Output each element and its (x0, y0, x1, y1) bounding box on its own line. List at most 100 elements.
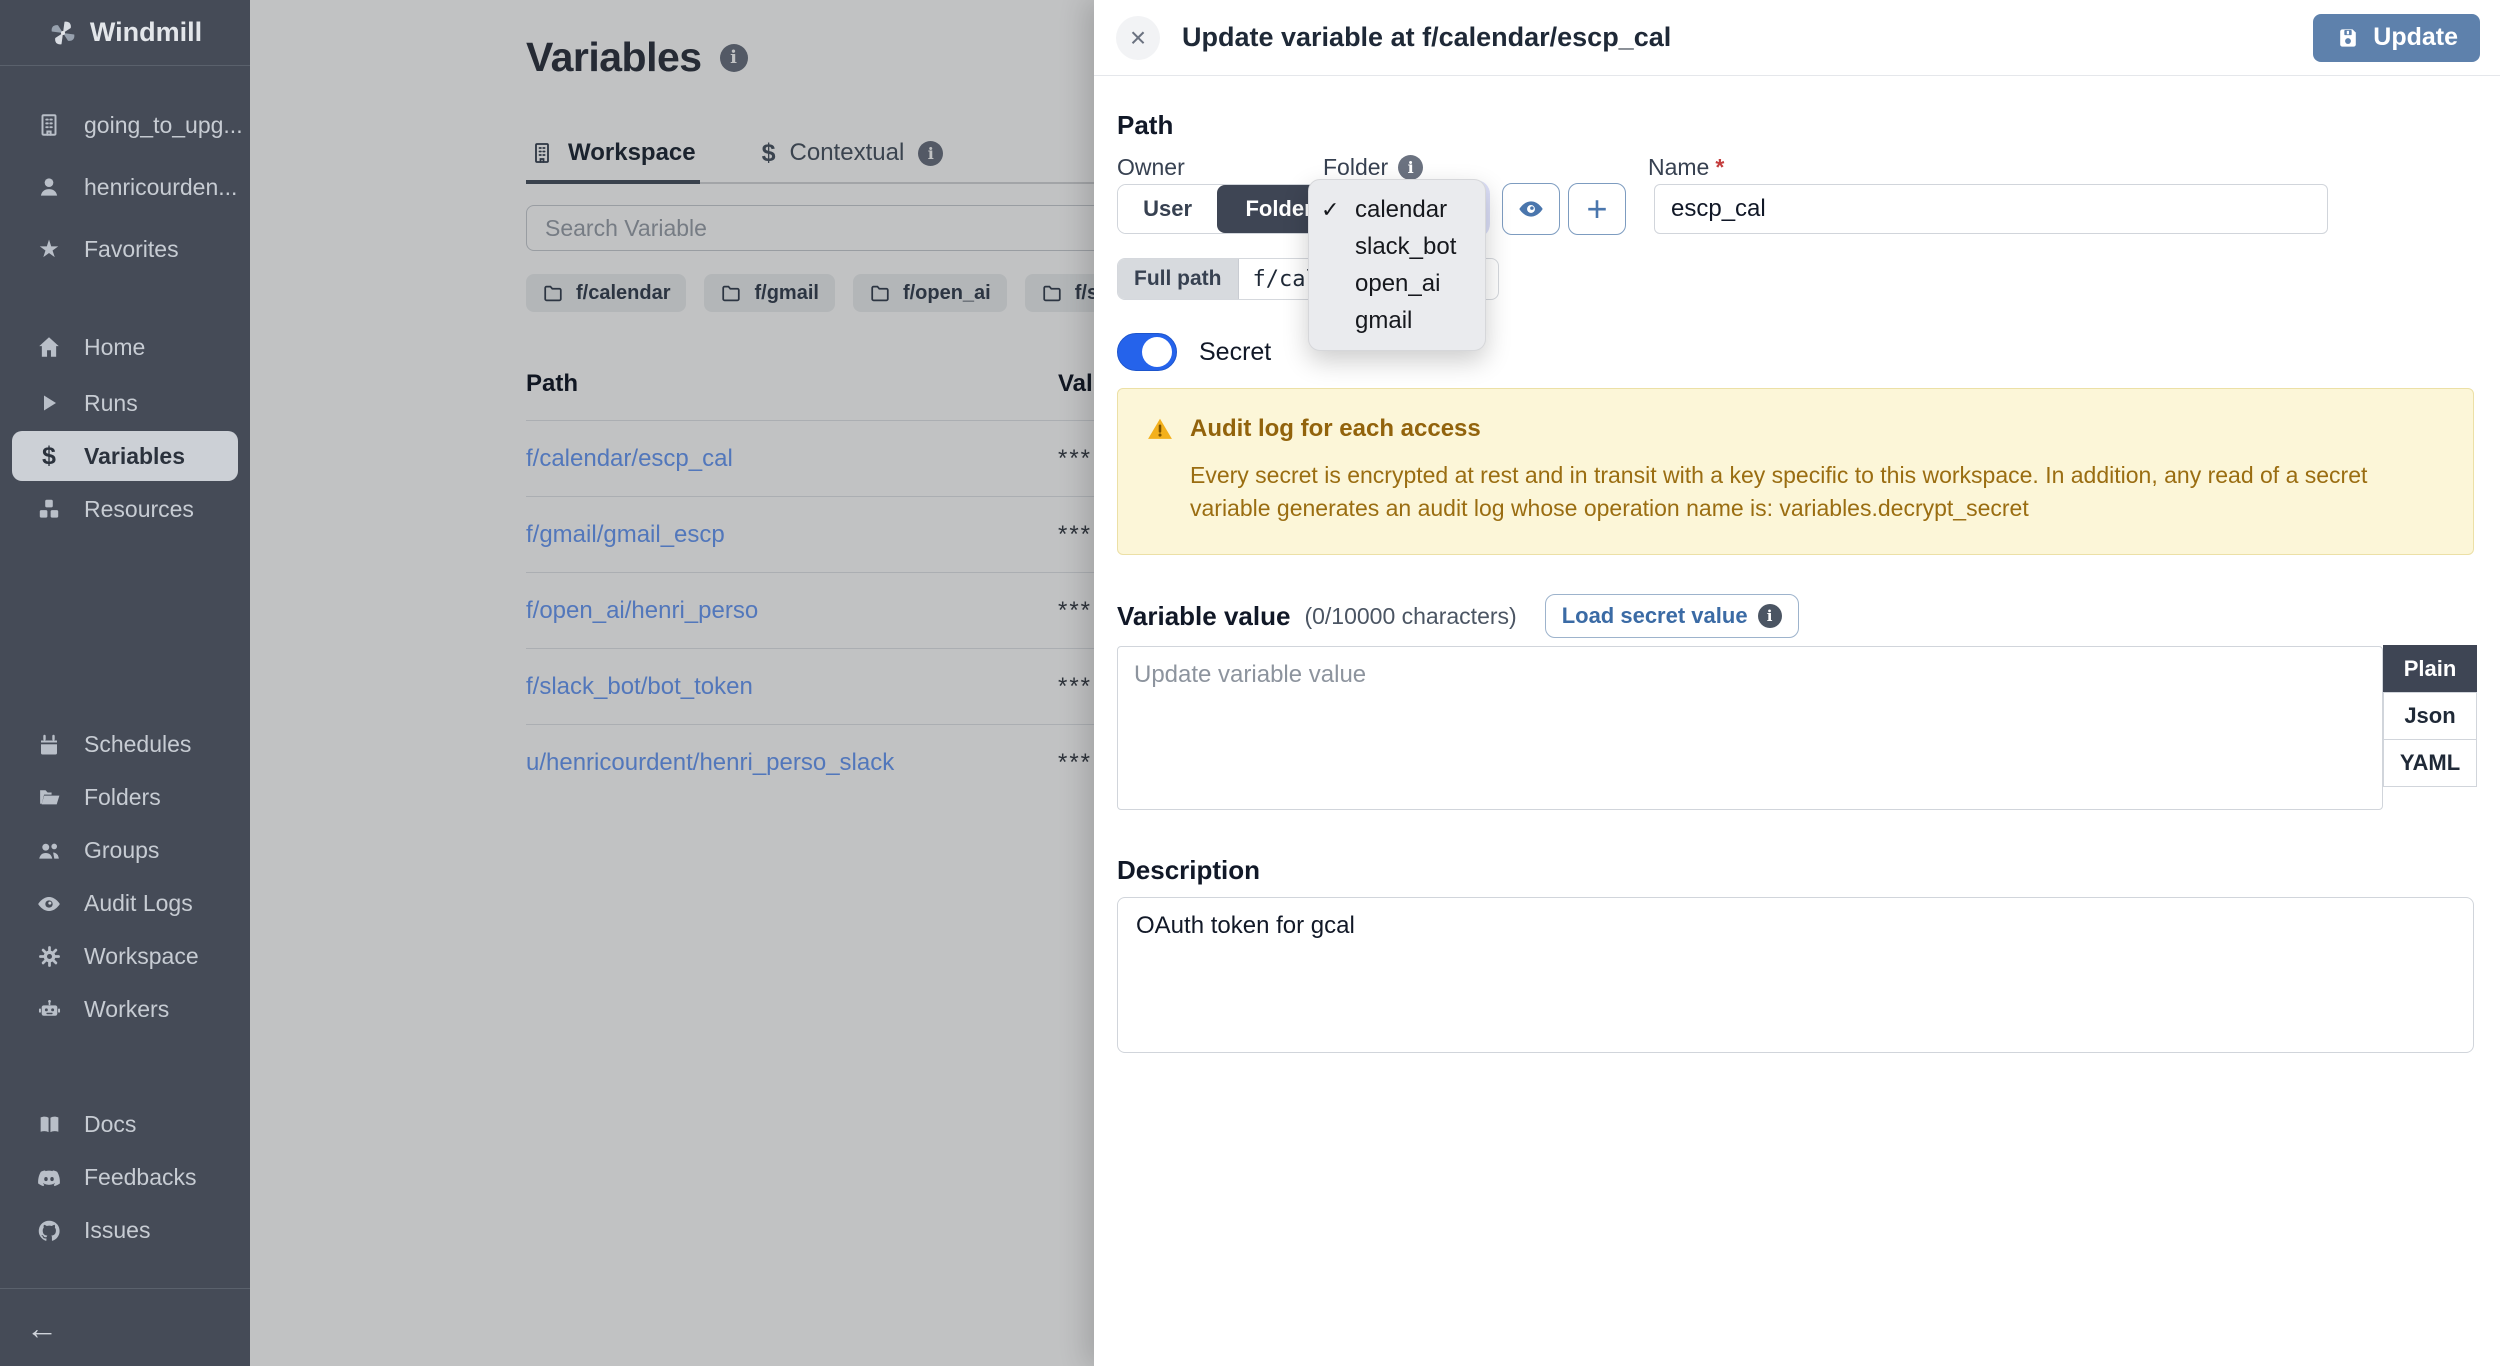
dropdown-item-label: gmail (1355, 307, 1412, 335)
sidebar-item-audit-logs[interactable]: Audit Logs (0, 877, 250, 930)
nav-label: Groups (84, 837, 159, 864)
required-asterisk: * (1715, 154, 1724, 181)
cubes-icon (34, 496, 64, 522)
sidebar-item-runs[interactable]: Runs (0, 375, 250, 431)
close-drawer-button[interactable] (1116, 16, 1160, 60)
view-folder-button[interactable] (1502, 183, 1560, 235)
check-icon (1321, 197, 1345, 223)
load-secret-value-label: Load secret value (1562, 603, 1748, 629)
path-section-heading: Path (1117, 110, 1173, 141)
sidebar-primary-nav: Home Runs Variables Resources (0, 319, 250, 537)
windmill-logo-text: Windmill (90, 17, 202, 48)
name-label: Name (1648, 154, 1709, 181)
sidebar-item-feedbacks[interactable]: Feedbacks (0, 1151, 250, 1204)
dropdown-item-gmail[interactable]: gmail (1309, 302, 1485, 339)
sidebar-item-resources[interactable]: Resources (0, 481, 250, 537)
sidebar-collapse-bar (0, 1288, 250, 1366)
sidebar-secondary-nav: Schedules Folders Groups Audit Logs (0, 718, 250, 1036)
sidebar-item-issues[interactable]: Issues (0, 1204, 250, 1257)
nav-label: Schedules (84, 731, 191, 758)
owner-label: Owner (1117, 154, 1323, 181)
drawer-title: Update variable at f/calendar/escp_cal (1182, 22, 2291, 53)
gear-icon (34, 944, 64, 969)
update-button[interactable]: Update (2313, 14, 2480, 62)
folder-open-icon (34, 785, 64, 810)
value-format-tabs: Plain Json YAML (2383, 645, 2477, 787)
eye-icon (1517, 195, 1545, 223)
sidebar-item-workspace-settings[interactable]: Workspace (0, 930, 250, 983)
description-textarea[interactable]: OAuth token for gcal (1117, 897, 2474, 1053)
nav-label: Docs (84, 1111, 136, 1138)
nav-label: Workers (84, 996, 169, 1023)
close-icon (1130, 22, 1146, 54)
favorites-label: Favorites (84, 236, 179, 263)
dropdown-item-open-ai[interactable]: open_ai (1309, 265, 1485, 302)
plus-icon (1586, 188, 1607, 230)
sidebar-item-groups[interactable]: Groups (0, 824, 250, 877)
nav-label: Workspace (84, 943, 199, 970)
building-icon (34, 112, 64, 138)
sidebar: Windmill going_to_upg... henricourden...… (0, 0, 250, 1366)
info-icon[interactable] (1398, 155, 1423, 180)
dropdown-item-calendar[interactable]: calendar (1309, 191, 1485, 228)
format-tab-json[interactable]: Json (2383, 692, 2477, 740)
collapse-sidebar-icon[interactable] (26, 1312, 58, 1344)
windmill-logo[interactable]: Windmill (0, 0, 250, 66)
secret-label: Secret (1199, 338, 1271, 367)
format-tab-yaml[interactable]: YAML (2383, 739, 2477, 787)
sidebar-context-group: going_to_upg... henricourden... Favorite… (0, 94, 250, 280)
info-icon (1758, 604, 1782, 628)
drawer-header: Update variable at f/calendar/escp_cal U… (1094, 0, 2500, 76)
dollar-icon (34, 442, 64, 471)
update-variable-drawer: Update variable at f/calendar/escp_cal U… (1094, 0, 2500, 1366)
sidebar-item-docs[interactable]: Docs (0, 1098, 250, 1151)
user-menu[interactable]: henricourden... (0, 156, 250, 218)
workspace-name: going_to_upg... (84, 112, 243, 139)
folder-label: Folder (1323, 154, 1388, 181)
nav-label: Issues (84, 1217, 150, 1244)
dropdown-item-label: calendar (1355, 196, 1447, 224)
character-counter: (0/10000 characters) (1304, 603, 1516, 630)
load-secret-value-button[interactable]: Load secret value (1545, 594, 1799, 638)
secret-toggle[interactable] (1117, 333, 1177, 371)
user-icon (34, 174, 64, 200)
workspace-selector[interactable]: going_to_upg... (0, 94, 250, 156)
eye-icon (34, 891, 64, 917)
sidebar-item-home[interactable]: Home (0, 319, 250, 375)
variable-value-header: Variable value (0/10000 characters) Load… (1117, 594, 1799, 638)
nav-label: Variables (84, 443, 185, 470)
drawer-body: Path Owner Folder Name * User Folder (1117, 76, 2474, 1366)
full-path-label: Full path (1118, 259, 1239, 299)
dropdown-item-label: slack_bot (1355, 233, 1456, 261)
github-icon (34, 1218, 64, 1244)
warning-triangle-icon (1146, 415, 1174, 443)
folder-dropdown-menu: calendar slack_bot open_ai gmail (1308, 179, 1486, 351)
user-name: henricourden... (84, 174, 237, 201)
add-folder-button[interactable] (1568, 183, 1626, 235)
path-labels-row: Owner Folder Name * (1117, 154, 2474, 181)
variable-name-input[interactable] (1654, 184, 2328, 234)
nav-label: Resources (84, 496, 194, 523)
sidebar-item-variables[interactable]: Variables (12, 431, 238, 481)
sidebar-item-schedules[interactable]: Schedules (0, 718, 250, 771)
format-tab-plain[interactable]: Plain (2383, 645, 2477, 693)
owner-user-button[interactable]: User (1118, 185, 1217, 233)
sidebar-item-favorites[interactable]: Favorites (0, 218, 250, 280)
variable-value-textarea[interactable] (1117, 646, 2383, 810)
sidebar-item-workers[interactable]: Workers (0, 983, 250, 1036)
nav-label: Runs (84, 390, 138, 417)
windmill-pinwheel-icon (48, 18, 78, 48)
description-heading: Description (1117, 855, 1260, 886)
calendar-icon (34, 733, 64, 757)
nav-label: Home (84, 334, 145, 361)
groups-icon (34, 838, 64, 864)
home-icon (34, 334, 64, 360)
sidebar-item-folders[interactable]: Folders (0, 771, 250, 824)
warning-title: Audit log for each access (1190, 415, 1481, 443)
star-icon (34, 235, 64, 264)
variable-value-heading: Variable value (1117, 601, 1290, 632)
robot-icon (34, 997, 64, 1022)
book-icon (34, 1112, 64, 1137)
discord-icon (34, 1165, 64, 1191)
dropdown-item-slack-bot[interactable]: slack_bot (1309, 228, 1485, 265)
